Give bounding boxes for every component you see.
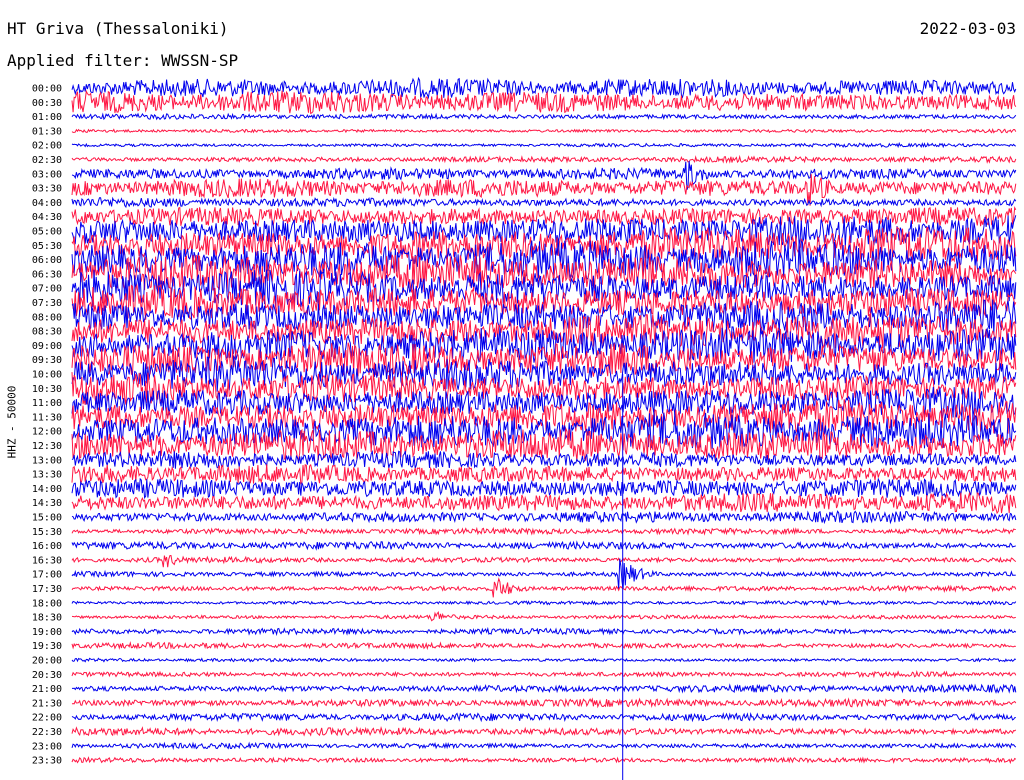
- trace-0200: [71, 141, 1017, 149]
- trace-1300: [71, 450, 1017, 469]
- row-label: 10:30: [32, 384, 62, 395]
- row-label: 09:30: [32, 355, 62, 366]
- row-label: 11:00: [32, 398, 62, 409]
- trace-1400: [71, 477, 1017, 500]
- row-label: 02:30: [32, 155, 62, 166]
- trace-2030: [71, 670, 1017, 679]
- row-label: 16:00: [32, 541, 62, 552]
- row-label: 06:00: [32, 255, 62, 266]
- row-label: 07:30: [32, 298, 62, 309]
- row-label: 11:30: [32, 412, 62, 423]
- trace-2000: [71, 657, 1017, 663]
- trace-1600: [71, 540, 1017, 551]
- row-label: 23:30: [32, 756, 62, 767]
- trace-1530: [71, 526, 1016, 536]
- row-label: 04:30: [32, 212, 62, 223]
- row-label: 23:00: [32, 741, 62, 752]
- trace-0030: [71, 89, 1017, 115]
- row-label: 12:30: [32, 441, 62, 452]
- trace-0130: [71, 128, 1017, 134]
- row-label: 21:30: [32, 698, 62, 709]
- trace-1630: [71, 554, 1017, 568]
- trace-2130: [71, 697, 1017, 709]
- row-label: 22:00: [32, 713, 62, 724]
- row-label: 15:30: [32, 527, 62, 538]
- helicorder-plot: 00:00 00:30 01:00 01:30 02:00 02:30 03:00 03:30…: [32, 76, 1017, 780]
- trace-1700: [71, 558, 1016, 590]
- row-label: 15:00: [32, 513, 62, 524]
- row-label: 01:30: [32, 126, 62, 137]
- trace-1500: [71, 510, 1017, 525]
- row-label: 00:00: [32, 84, 62, 95]
- trace-1830: [71, 611, 1016, 622]
- row-label: 17:00: [32, 570, 62, 581]
- row-label-group: 00:00 00:30 01:00 01:30 02:00 02:30 03:00 03:30…: [32, 84, 62, 767]
- row-label: 08:30: [32, 327, 62, 338]
- row-label: 08:00: [32, 312, 62, 323]
- row-label: 13:00: [32, 455, 62, 466]
- row-label: 07:00: [32, 284, 62, 295]
- row-label: 14:30: [32, 498, 62, 509]
- row-label: 05:30: [32, 241, 62, 252]
- row-label: 20:00: [32, 656, 62, 667]
- row-label: 12:00: [32, 427, 62, 438]
- trace-1800: [71, 599, 1017, 606]
- row-label: 19:00: [32, 627, 62, 638]
- row-label: 05:00: [32, 227, 62, 238]
- row-label: 18:00: [32, 598, 62, 609]
- row-label: 13:30: [32, 470, 62, 481]
- row-label: 22:30: [32, 727, 62, 738]
- row-label: 17:30: [32, 584, 62, 595]
- row-label: 21:00: [32, 684, 62, 695]
- trace-1330: [71, 463, 1017, 485]
- row-label: 01:00: [32, 112, 62, 123]
- row-label: 18:30: [32, 613, 62, 624]
- trace-0000: [71, 76, 1017, 100]
- row-label: 03:30: [32, 184, 62, 195]
- row-label: 02:00: [32, 141, 62, 152]
- trace-group: [71, 76, 1017, 765]
- row-label: 09:00: [32, 341, 62, 352]
- trace-2300: [71, 741, 1017, 751]
- trace-1730: [71, 577, 1017, 598]
- trace-2100: [71, 683, 1017, 694]
- row-label: 00:30: [32, 98, 62, 109]
- trace-1930: [71, 641, 1016, 651]
- row-label: 16:30: [32, 555, 62, 566]
- row-label: 19:30: [32, 641, 62, 652]
- trace-0230: [71, 154, 1017, 164]
- row-label: 03:00: [32, 169, 62, 180]
- trace-2200: [71, 711, 1016, 723]
- row-label: 06:30: [32, 269, 62, 280]
- row-label: 14:00: [32, 484, 62, 495]
- trace-2230: [71, 726, 1017, 737]
- trace-0100: [71, 112, 1017, 121]
- row-label: 20:30: [32, 670, 62, 681]
- row-label: 10:00: [32, 370, 62, 381]
- trace-1900: [71, 626, 1017, 637]
- trace-0400: [71, 196, 1017, 209]
- row-label: 04:00: [32, 198, 62, 209]
- trace-2330: [71, 756, 1017, 765]
